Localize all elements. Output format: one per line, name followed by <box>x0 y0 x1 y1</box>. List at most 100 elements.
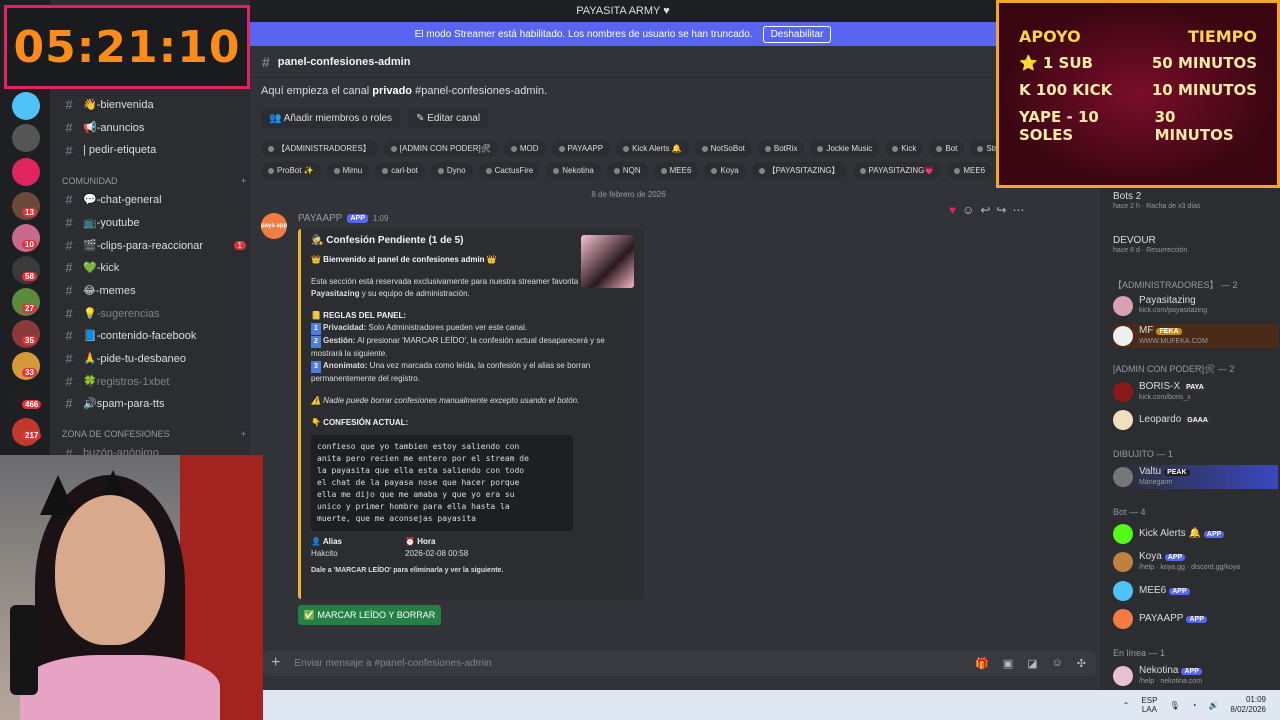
member-item[interactable]: Bots 2 hace 2 h · Racha de x3 días <box>1113 190 1278 214</box>
server-badge: 13 <box>22 208 37 217</box>
sticker-icon[interactable]: ◪ <box>1027 657 1037 670</box>
channel-chat-general[interactable]: # 💬-chat-general <box>62 189 246 209</box>
member-item[interactable]: MF FEKA WWW.MUFEKA.COM <box>1113 324 1278 348</box>
server-icon[interactable] <box>12 124 40 152</box>
author-name[interactable]: PAYAAPP <box>298 213 342 224</box>
role-chip[interactable]: Koya <box>704 162 746 179</box>
mark-read-button[interactable]: ✅ MARCAR LEÍDO Y BORRAR <box>298 605 441 625</box>
role-chip[interactable]: Kick Alerts 🔔 <box>616 140 689 157</box>
volume-icon[interactable]: 🔊 <box>1208 701 1218 710</box>
edit-channel-button[interactable]: ✎ Editar canal <box>408 109 489 128</box>
more-icon[interactable]: ⋯ <box>1013 203 1025 217</box>
role-chip[interactable]: BotRix <box>757 140 805 157</box>
chevron-up-icon[interactable]: ⌃ <box>1123 701 1130 710</box>
role-chip[interactable]: NotSoBot <box>694 140 752 157</box>
role-chip[interactable]: Stream <box>970 140 996 157</box>
role-chip[interactable]: Mimu <box>326 162 370 179</box>
server-icon[interactable] <box>12 92 40 120</box>
member-item[interactable]: MEE6 APP <box>1113 579 1278 603</box>
role-label: Stream <box>986 144 996 153</box>
channel-memes[interactable]: # 😂-memes <box>62 280 246 300</box>
role-chip[interactable]: Jockie Music <box>810 140 880 157</box>
avatar[interactable]: paya app <box>261 213 287 239</box>
role-chip[interactable]: [ADMIN CON PODER]🛠 <box>383 140 498 157</box>
heart-icon[interactable]: ♥ <box>949 203 956 217</box>
channel-kick[interactable]: # 💚-kick <box>62 257 246 277</box>
category-comunidad[interactable]: COMUNIDAD + <box>62 176 246 186</box>
apps-icon[interactable]: ✣ <box>1077 657 1086 670</box>
role-chip[interactable]: carl-bot <box>375 162 425 179</box>
rule-text: Al presionar 'MARCAR LEÍDO', la confesió… <box>311 336 605 358</box>
channel-sugerencias[interactable]: # 💡-sugerencias <box>62 303 246 323</box>
channel-pide-tu-desbaneo[interactable]: # 🙏-pide-tu-desbaneo <box>62 348 246 368</box>
channel-pedir-etiqueta[interactable]: # | pedir-etiqueta <box>62 140 246 160</box>
role-chip[interactable]: Bot <box>929 140 965 157</box>
message-composer[interactable]: + Enviar mensaje a #panel-confesiones-ad… <box>263 650 1096 676</box>
role-chip[interactable]: 【PAYASITAZING】 <box>751 162 847 179</box>
rule-item: 1 Privacidad: Solo Administradores pueden… <box>311 322 634 335</box>
role-chip[interactable]: CactusFire <box>478 162 541 179</box>
role-chip[interactable]: ProBot ✨ <box>261 162 321 179</box>
hash-icon: # <box>65 282 73 298</box>
member-item[interactable]: Payasitazing kick.com/payasitazing <box>1113 294 1278 318</box>
member-item[interactable]: Kick Alerts 🔔 APP <box>1113 522 1278 546</box>
role-chip[interactable]: MEE6 <box>947 162 993 179</box>
panel-row-left: K 100 KICK <box>1019 81 1113 99</box>
wifi-icon[interactable]: ◔ <box>1192 701 1197 710</box>
role-chip[interactable]: MOD <box>503 140 546 157</box>
role-chip[interactable]: Kick <box>885 140 924 157</box>
role-chip[interactable]: NQN <box>606 162 648 179</box>
member-name-text: PAYAAPP <box>1139 612 1184 624</box>
role-label: MEE6 <box>963 166 986 175</box>
role-chip[interactable]: 【ADMINISTRADORES】 <box>261 140 378 157</box>
member-item[interactable]: DEVOUR hace 8 d · Resurrección <box>1113 234 1278 258</box>
member-item[interactable]: Nekotina APP/help · nekotina.com <box>1113 664 1278 688</box>
forward-icon[interactable]: ↪ <box>996 203 1006 217</box>
member-item[interactable]: Koya APP/help · koya.gg · discord.gg/koya <box>1113 550 1278 574</box>
plus-icon[interactable]: + <box>241 176 246 186</box>
member-item[interactable]: Leopardo GAAA <box>1113 408 1278 432</box>
role-label: BotRix <box>773 144 798 153</box>
rule-bold: Privacidad: <box>323 323 367 332</box>
member-item[interactable]: PAYAAPP APP <box>1113 607 1278 631</box>
language-indicator[interactable]: ESP LAA <box>1141 696 1157 714</box>
plus-icon[interactable]: + <box>271 654 280 672</box>
role-chip[interactable]: MEE6 <box>653 162 699 179</box>
desc-text: Esta sección está reservada exclusivamen… <box>311 277 581 286</box>
microphone-icon[interactable]: 🎙 <box>1169 701 1179 710</box>
channel-clips[interactable]: # 🎬-clips-para-reaccionar 1 <box>62 235 246 255</box>
member-status: hace 2 h · Racha de x3 días <box>1113 203 1201 210</box>
channel-registros-1xbet[interactable]: # 🍀registros-1xbet <box>62 371 246 391</box>
category-zona-confesiones[interactable]: ZONA DE CONFESIONES + <box>62 429 246 439</box>
role-chip[interactable]: PAYASITAZING💗 <box>852 162 942 179</box>
server-icon[interactable] <box>12 158 40 186</box>
taskbar-clock[interactable]: 01:09 8/02/2026 <box>1230 695 1266 715</box>
pencil-icon: ✎ <box>416 113 428 124</box>
role-color-dot <box>613 167 620 174</box>
panel-row: K 100 KICK 10 MINUTOS <box>1019 81 1257 99</box>
channel-youtube[interactable]: # 📺-youtube <box>62 212 246 232</box>
member-item[interactable]: Valtu PEAK Mánegarm <box>1113 465 1278 489</box>
role-chip[interactable]: Nekotina <box>546 162 601 179</box>
channel-anuncios[interactable]: # 📢-anuncios <box>62 117 246 137</box>
member-name-text: Leopardo <box>1139 413 1182 425</box>
member-item[interactable]: BORIS-X PAYA kick.com/boris_x <box>1113 380 1278 404</box>
channel-bienvenida[interactable]: # 👋-bienvenida <box>62 94 246 114</box>
role-chip[interactable]: Dyno <box>430 162 473 179</box>
gif-icon[interactable]: ▣ <box>1003 657 1013 670</box>
server-badge: 10 <box>22 240 37 249</box>
add-members-button[interactable]: 👥 Añadir miembros o roles <box>261 109 401 128</box>
role-label: CactusFire <box>494 166 534 175</box>
channel-spam-para-tts[interactable]: # 🔊spam-para-tts <box>62 393 246 413</box>
gift-icon[interactable]: 🎁 <box>975 657 989 670</box>
hash-icon: # <box>65 191 73 207</box>
channel-contenido-facebook[interactable]: # 📘-contenido-facebook <box>62 325 246 345</box>
emoji-icon[interactable]: ☺ <box>962 203 974 217</box>
reply-icon[interactable]: ↩ <box>980 203 990 217</box>
emoji-icon[interactable]: ☺ <box>1052 657 1063 670</box>
member-name: PAYAAPP APP <box>1139 612 1207 625</box>
disable-streamer-button[interactable]: Deshabilitar <box>762 25 832 43</box>
role-chip[interactable]: PAYAAPP <box>551 140 611 157</box>
plus-icon[interactable]: + <box>241 429 246 439</box>
channel-label: 😂-memes <box>83 284 136 297</box>
